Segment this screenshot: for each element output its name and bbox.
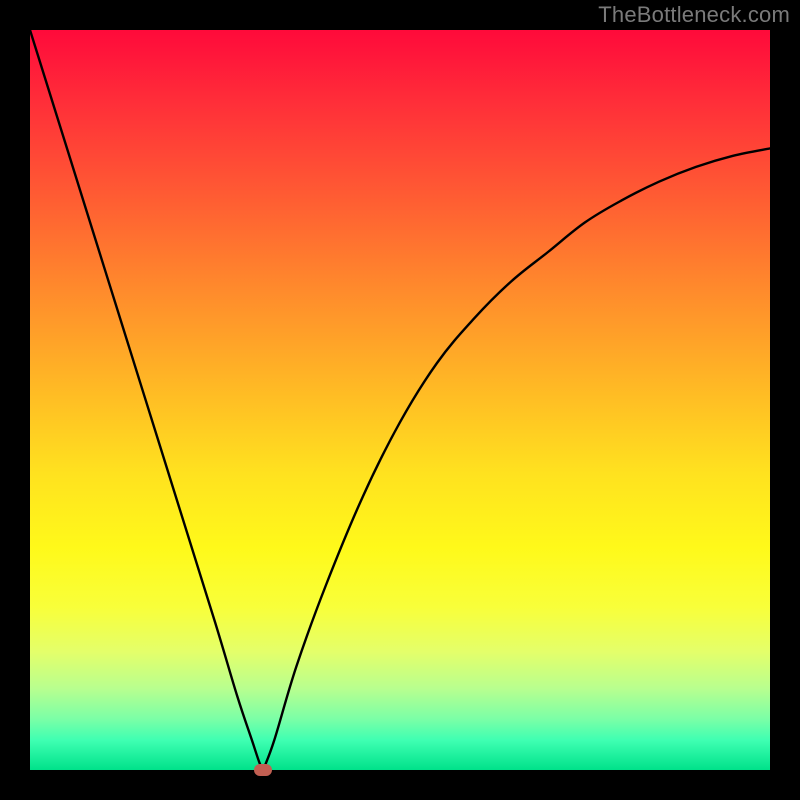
plot-area (30, 30, 770, 770)
right-branch-curve (263, 148, 770, 770)
minimum-marker (254, 764, 272, 776)
watermark-text: TheBottleneck.com (598, 2, 790, 28)
curve-layer (30, 30, 770, 770)
left-branch-curve (30, 30, 263, 770)
chart-frame: TheBottleneck.com (0, 0, 800, 800)
